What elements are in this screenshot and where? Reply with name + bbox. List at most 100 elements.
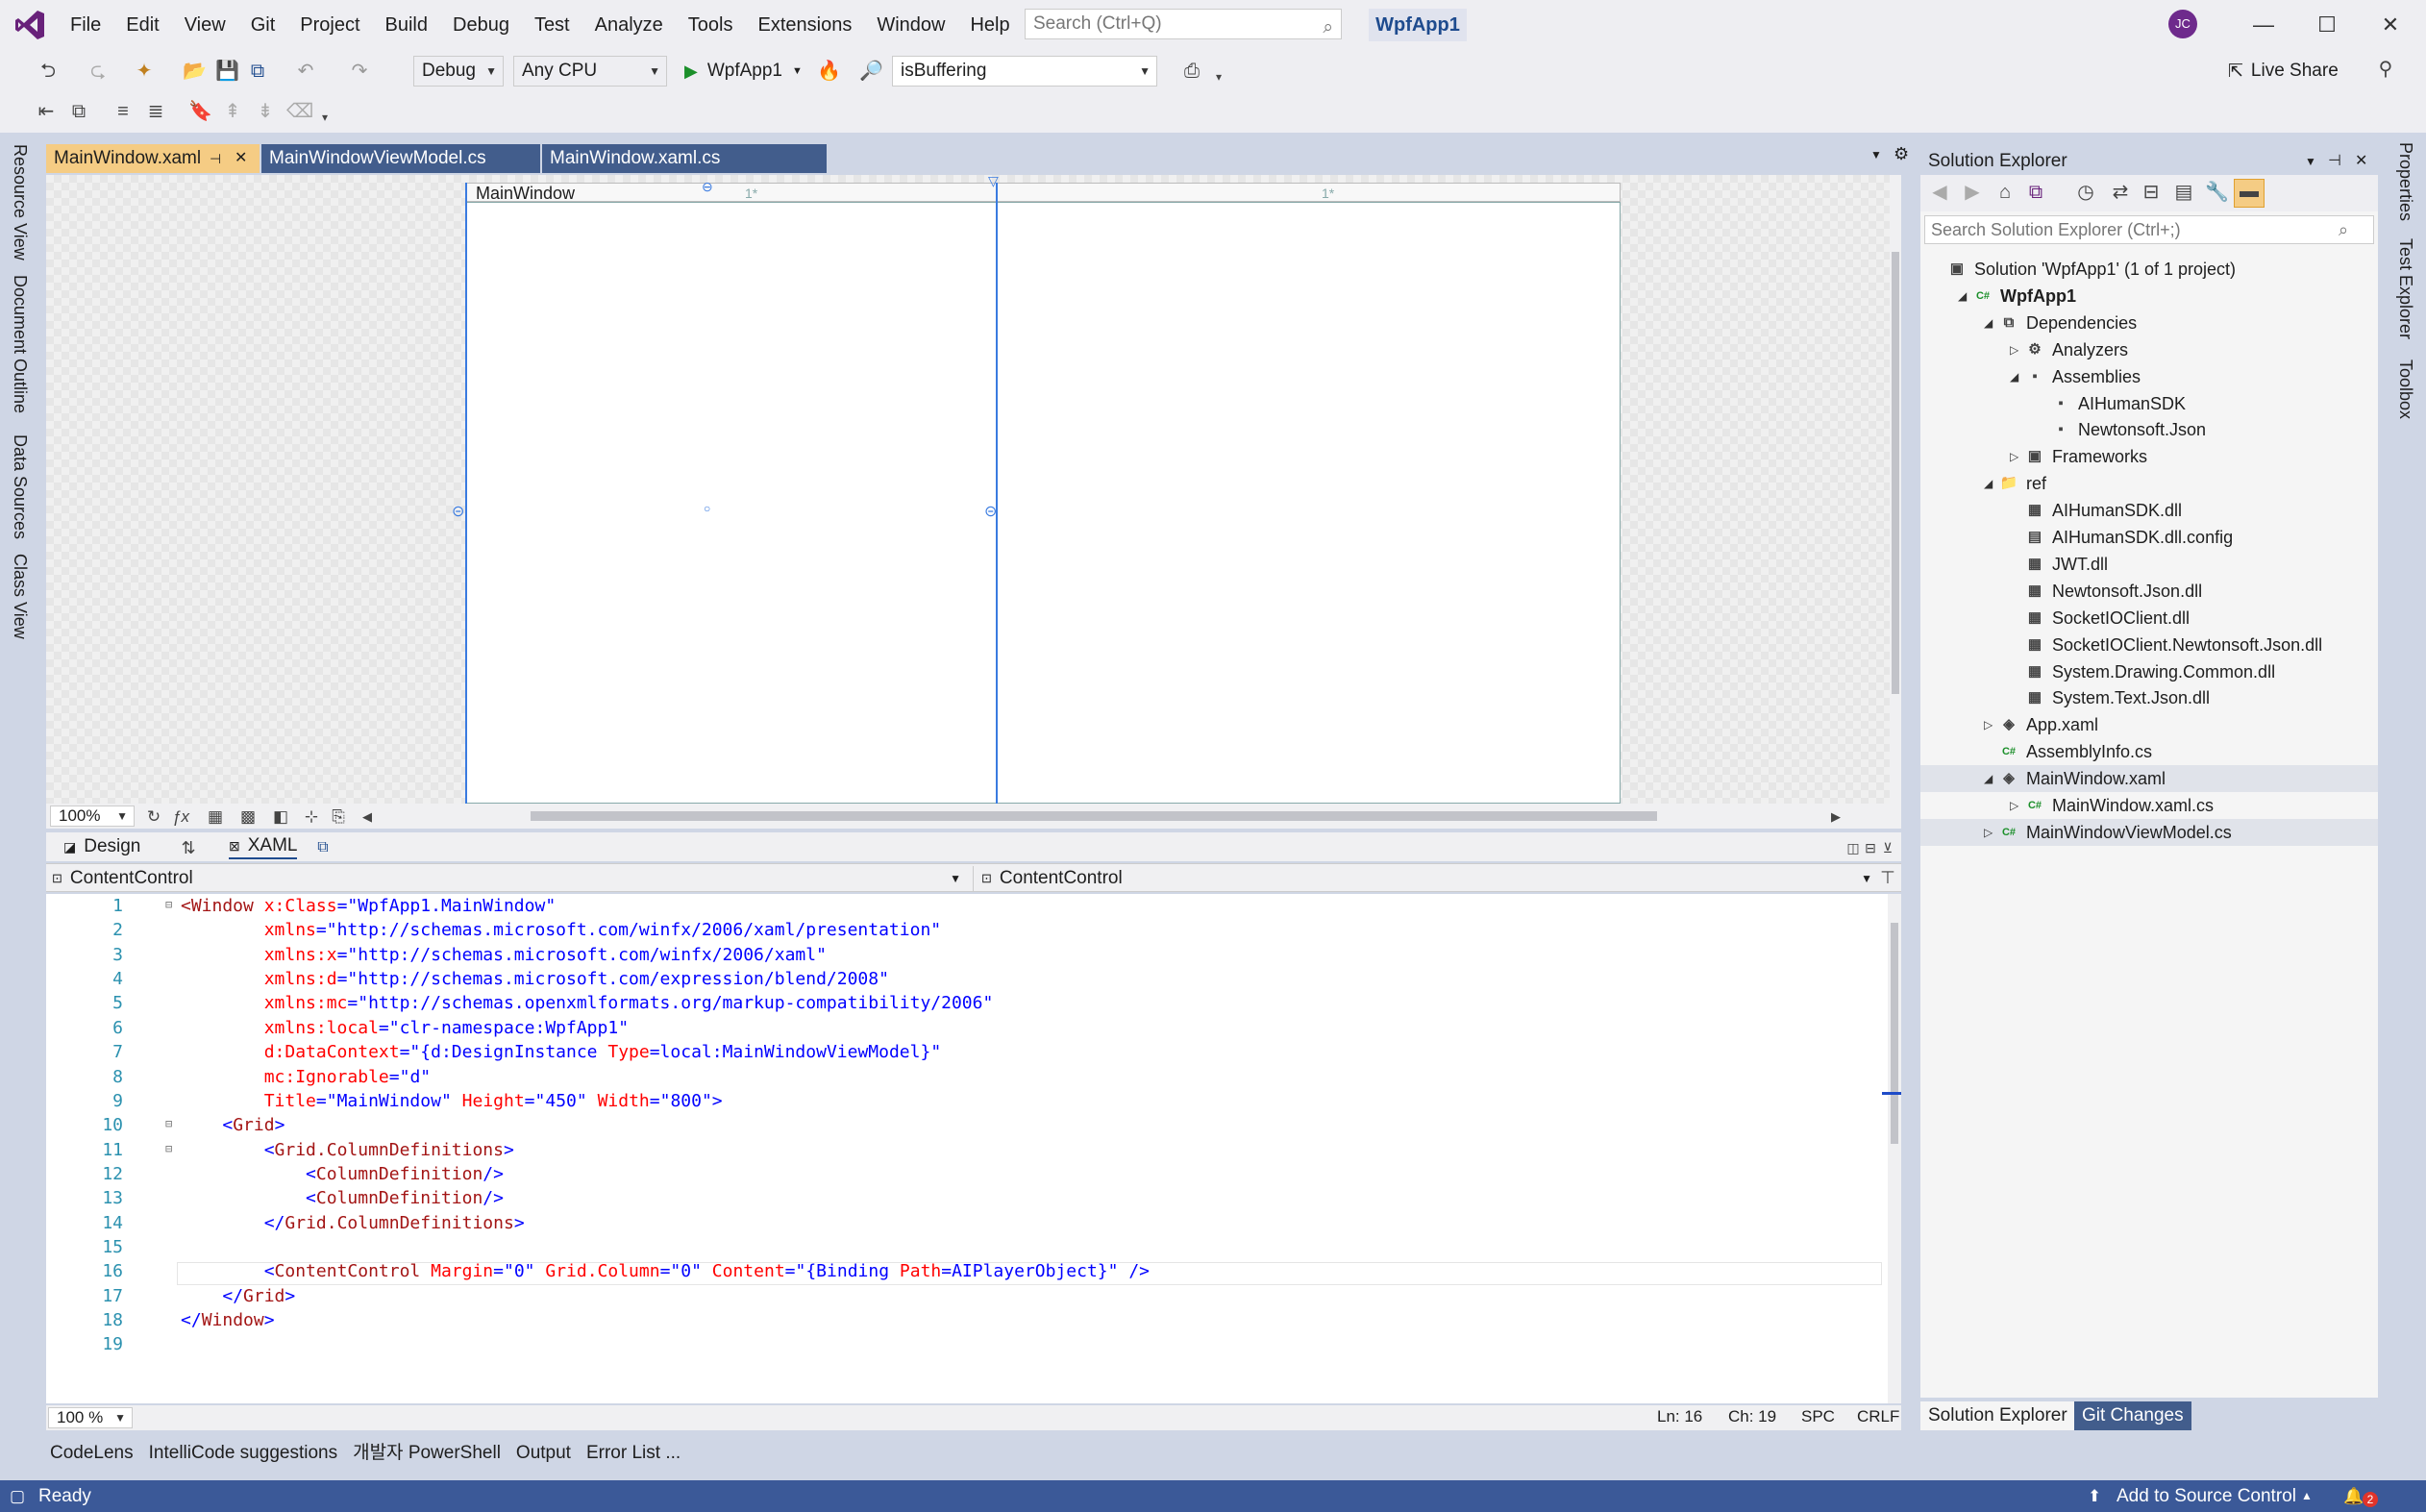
- new-project-icon[interactable]: ✦: [133, 60, 156, 83]
- editor-vertical-scrollbar[interactable]: [1888, 894, 1901, 1403]
- column-indicator[interactable]: Ch: 19: [1728, 1407, 1776, 1426]
- collapse-icon[interactable]: ◢: [1984, 470, 1997, 497]
- tab-resource-view[interactable]: Resource View: [10, 144, 30, 260]
- tree-item[interactable]: ◢ ◈ MainWindow.xaml: [1920, 765, 2378, 793]
- element-select-left[interactable]: ⊡ ContentControl ▼: [52, 866, 965, 891]
- tree-item[interactable]: ▦ Newtonsoft.Json.dll: [1920, 578, 2378, 605]
- collapse-icon[interactable]: ◢: [2010, 363, 2023, 390]
- collapse-pane-icon[interactable]: ⊻: [1876, 836, 1899, 859]
- collapse-icon[interactable]: ◢: [1984, 310, 1997, 336]
- menu-edit[interactable]: Edit: [113, 0, 171, 50]
- screenshot-icon[interactable]: ⎙: [1180, 60, 1203, 83]
- feedback-icon[interactable]: ⚲: [2374, 58, 2397, 81]
- fold-toggle-icon[interactable]: ⊟: [165, 1142, 172, 1155]
- menu-window[interactable]: Window: [864, 0, 957, 50]
- solution-explorer-search[interactable]: Search Solution Explorer (Ctrl+;) ⌕: [1924, 215, 2374, 244]
- menu-view[interactable]: View: [172, 0, 238, 50]
- outdent-icon[interactable]: ≡: [111, 100, 135, 123]
- column-splitter-line[interactable]: [996, 183, 998, 804]
- maximize-button[interactable]: ☐: [2295, 0, 2359, 50]
- tab-solution-explorer[interactable]: Solution Explorer: [1920, 1401, 2075, 1430]
- code-line[interactable]: Title="MainWindow" Height="450" Width="8…: [181, 1091, 723, 1111]
- platform-select[interactable]: Any CPU ▼: [513, 56, 667, 87]
- code-line[interactable]: <Grid>: [181, 1115, 285, 1135]
- menu-analyze[interactable]: Analyze: [582, 0, 676, 50]
- save-all-icon[interactable]: ⧉: [246, 60, 269, 83]
- scroll-right-icon[interactable]: ▶: [1824, 806, 1847, 829]
- line-indicator[interactable]: Ln: 16: [1657, 1407, 1702, 1426]
- expand-icon[interactable]: ▷: [2010, 336, 2023, 363]
- collapse-icon[interactable]: ◢: [1958, 283, 1971, 310]
- tab-design[interactable]: ◪ Design: [63, 834, 140, 859]
- artboard-icon[interactable]: ◧: [269, 806, 292, 829]
- snap-lines-icon[interactable]: ⊹: [300, 806, 323, 829]
- fold-toggle-icon[interactable]: ⊟: [165, 1117, 172, 1130]
- horizontal-scrollbar-thumb[interactable]: [531, 811, 1657, 821]
- code-line[interactable]: xmlns:mc="http://schemas.openxmlformats.…: [181, 993, 994, 1013]
- tree-item[interactable]: ▦ System.Text.Json.dll: [1920, 684, 2378, 711]
- tree-item[interactable]: ▷ ◈ App.xaml: [1920, 711, 2378, 738]
- tree-item[interactable]: ◢ 📁 ref: [1920, 470, 2378, 497]
- code-line[interactable]: xmlns:x="http://schemas.microsoft.com/wi…: [181, 945, 827, 965]
- close-window-button[interactable]: ✕: [2359, 0, 2422, 50]
- grid-icon[interactable]: ▦: [204, 806, 227, 829]
- tree-item[interactable]: ▷ ⚙ Analyzers: [1920, 336, 2378, 363]
- properties-wrench-icon[interactable]: 🔧: [2205, 181, 2229, 204]
- tab-codelens[interactable]: CodeLens: [42, 1438, 141, 1469]
- code-line[interactable]: <ColumnDefinition/>: [181, 1164, 504, 1184]
- element-select-right[interactable]: ⊡ ContentControl ▼: [973, 866, 1876, 891]
- refresh-icon[interactable]: ↻: [142, 806, 165, 829]
- find-combo[interactable]: isBuffering ▼: [892, 56, 1157, 87]
- tab-git-changes[interactable]: Git Changes: [2074, 1401, 2191, 1430]
- navigate-back-icon[interactable]: ⮌: [37, 60, 60, 83]
- tab-error-list[interactable]: Error List ...: [579, 1438, 688, 1469]
- save-icon[interactable]: 💾: [215, 60, 239, 83]
- tab-output[interactable]: Output: [508, 1438, 579, 1469]
- expand-icon[interactable]: ▷: [1984, 711, 1997, 738]
- search-input[interactable]: Search (Ctrl+Q) ⌕: [1025, 9, 1342, 39]
- indent-icon[interactable]: ≣: [144, 100, 167, 123]
- tree-item[interactable]: ▪ AIHumanSDK: [1920, 390, 2378, 417]
- tree-item[interactable]: ▦ SocketIOClient.Newtonsoft.Json.dll: [1920, 632, 2378, 658]
- expand-icon[interactable]: ▷: [1984, 819, 1997, 846]
- tree-item[interactable]: ◢ ⧉ Dependencies: [1920, 310, 2378, 336]
- tree-item[interactable]: ▪ Newtonsoft.Json: [1920, 416, 2378, 443]
- menu-build[interactable]: Build: [373, 0, 440, 50]
- tree-item[interactable]: ▷ ▣ Frameworks: [1920, 443, 2378, 470]
- code-line[interactable]: </Grid>: [181, 1286, 295, 1306]
- tab-xaml[interactable]: ⊠ XAML: [229, 834, 298, 859]
- sync-with-document-icon[interactable]: ⇄: [2109, 181, 2132, 204]
- swap-panes-icon[interactable]: ⇅: [177, 836, 200, 859]
- split-editor-icon[interactable]: ⊤: [1876, 866, 1899, 889]
- code-line[interactable]: <ColumnDefinition/>: [181, 1188, 504, 1208]
- menu-debug[interactable]: Debug: [440, 0, 522, 50]
- tree-item[interactable]: C# AssemblyInfo.cs: [1920, 738, 2378, 765]
- live-share-button[interactable]: ⇱ Live Share: [2228, 56, 2339, 87]
- tab-toolbox[interactable]: Toolbox: [2395, 359, 2415, 419]
- code-line[interactable]: xmlns:local="clr-namespace:WpfApp1": [181, 1018, 629, 1038]
- quick-info-icon[interactable]: ⇤: [35, 100, 58, 123]
- editor-zoom-select[interactable]: 100 % ▼: [48, 1407, 133, 1428]
- back-icon[interactable]: ◀: [1928, 181, 1951, 204]
- resize-handle-top[interactable]: ⊖: [702, 179, 713, 195]
- tab-document-outline[interactable]: Document Outline: [10, 275, 30, 413]
- collapse-all-icon[interactable]: ⊟: [2140, 181, 2163, 204]
- expand-icon[interactable]: ▷: [2010, 443, 2023, 470]
- parameter-info-icon[interactable]: ⧉: [67, 100, 90, 123]
- toolbar-overflow-icon[interactable]: ▾: [1207, 65, 1230, 88]
- scrollbar-thumb[interactable]: [1891, 923, 1898, 1144]
- design-window-surface[interactable]: [465, 202, 1621, 804]
- whitespace-indicator[interactable]: SPC: [1801, 1407, 1835, 1426]
- tree-item[interactable]: ◢ ▪ Assemblies: [1920, 363, 2378, 390]
- resize-handle-right[interactable]: ⊝: [984, 502, 997, 521]
- code-line[interactable]: mc:Ignorable="d": [181, 1067, 431, 1087]
- code-line[interactable]: <Window x:Class="WpfApp1.MainWindow": [181, 896, 556, 916]
- gear-icon[interactable]: ⚙: [1894, 144, 1909, 164]
- column-marker-triangle[interactable]: ▽: [988, 173, 999, 189]
- menu-test[interactable]: Test: [522, 0, 582, 50]
- navigate-forward-icon[interactable]: ⮎: [87, 60, 110, 83]
- fold-toggle-icon[interactable]: ⊟: [165, 898, 172, 911]
- prev-bookmark-icon[interactable]: ⇞: [221, 100, 244, 123]
- tab-class-view[interactable]: Class View: [10, 554, 30, 639]
- hot-reload-icon[interactable]: 🔥: [817, 60, 841, 83]
